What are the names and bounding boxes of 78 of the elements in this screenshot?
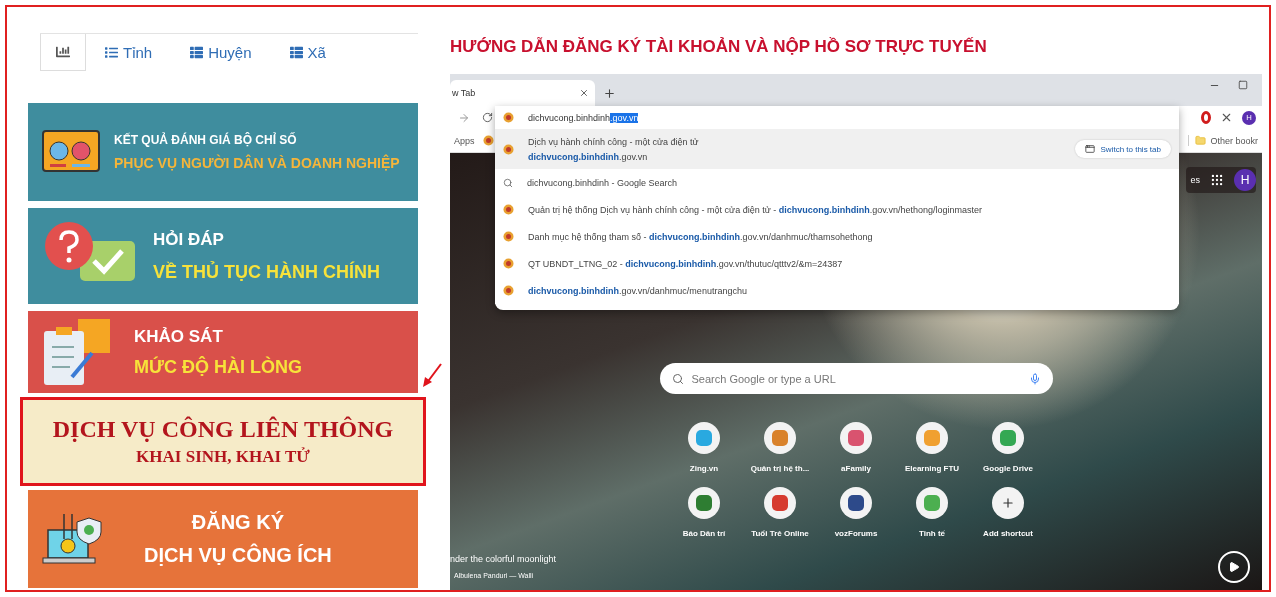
shortcut-tile[interactable]: Báo Dân trí (666, 487, 742, 538)
emblem-icon (482, 135, 494, 146)
plus-icon (1001, 496, 1015, 510)
card-subtitle: PHỤC VỤ NGƯỜI DÂN VÀ DOANH NGHIỆP (114, 155, 400, 171)
emblem-icon (503, 143, 514, 155)
suggestion-row[interactable]: Dịch vụ hành chính công - một cửa điện tử dichvucong.binhdinh.gov.vn Switch to this tab (495, 129, 1179, 169)
suggestion-url: dichvucong.binhdinh.gov.vn (528, 151, 649, 162)
tab[interactable] (40, 34, 86, 71)
browser-tab[interactable]: w Tab (450, 80, 595, 106)
service-card[interactable]: KHẢO SÁT MỨC ĐỘ HÀI LÒNG (28, 311, 418, 393)
emblem-icon (503, 258, 514, 269)
emblem-icon (503, 285, 514, 296)
profile-avatar[interactable]: H (1234, 169, 1256, 191)
window-icon (1084, 144, 1095, 154)
suggestion-row[interactable]: Quản trị hệ thống Dịch vụ hành chính công - một cửa điện tử - dichvucong.binhdinh.gov.vn/hethong/loginmaster (495, 196, 1179, 223)
shortcut-tile[interactable]: Tinh tế (894, 487, 970, 538)
shortcut-tile[interactable]: vozForums (818, 487, 894, 538)
card-title: KẾT QUẢ ĐÁNH GIÁ BỘ CHỈ SỐ (114, 133, 297, 147)
suggestion-row[interactable]: QT UBNDT_LTNG_02 - dichvucong.binhdinh.gov.vn/thutuc/qtttv2/&m=24387 (495, 250, 1179, 277)
suggestion-row[interactable]: Danh mục hệ thống tham số - dichvucong.binhdinh.gov.vn/danhmuc/thamsohethong (495, 223, 1179, 250)
card-subtitle: KHAI SINH, KHAI TỬ (136, 447, 310, 467)
guide-title: HƯỚNG DẪN ĐĂNG KÝ TÀI KHOẢN VÀ NỘP HỒ SƠ TRỰC TUYẾN (450, 37, 988, 57)
tab[interactable]: Huyện (171, 34, 271, 71)
pointer-arrow (421, 362, 443, 388)
search-bar[interactable]: Search Google or type a URL (659, 363, 1053, 394)
emblem-icon (503, 231, 514, 242)
service-card[interactable]: DỊCH VỤ CÔNG LIÊN THÔNG KHAI SINH, KHAI TỬ (20, 397, 426, 486)
service-card[interactable]: KẾT QUẢ ĐÁNH GIÁ BỘ CHỈ SỐ PHỤC VỤ NGƯỜI DÂN VÀ DOANH NGHIỆP (28, 103, 418, 201)
apps-grid-icon[interactable] (1210, 173, 1224, 187)
card-title: HỎI ĐÁP (153, 229, 224, 250)
bookmark-link[interactable]: Apps (454, 135, 475, 146)
bar-chart-icon (56, 45, 70, 59)
laptop-shield-drawing (42, 511, 104, 567)
card-title: DỊCH VỤ CÔNG LIÊN THÔNG (52, 416, 394, 443)
wallpaper-title: nder the colorful moonlight (450, 554, 557, 564)
suggestion-text: Danh mục hệ thống tham số - dichvucong.binhdinh.gov.vn/danhmuc/thamsohethong (528, 231, 873, 242)
emblem-icon (503, 112, 514, 123)
card-title: ĐĂNG KÝ (191, 511, 284, 534)
list-icon (105, 46, 118, 59)
shortcut-tile[interactable]: Elearning FTU (894, 422, 970, 473)
bookmark-link[interactable]: Other bookr (1210, 135, 1258, 146)
shortcut-tile[interactable]: Zing.vn (666, 422, 742, 473)
emblem-icon (503, 204, 514, 215)
search-icon (671, 372, 684, 385)
suggestion-row[interactable]: dichvucong.binhdinh.gov.vn/danhmuc/menutrangchu (495, 277, 1179, 304)
tab[interactable]: Xã (270, 34, 345, 71)
suggestion-title: Dịch vụ hành chính công - một cửa điện tử (528, 136, 699, 147)
play-icon (1228, 561, 1240, 573)
tab[interactable]: Tỉnh (86, 34, 172, 71)
suggestion-text: QT UBNDT_LTNG_02 - dichvucong.binhdinh.gov.vn/thutuc/qtttv2/&m=24387 (528, 258, 843, 269)
play-button[interactable] (1218, 551, 1250, 583)
shortcut-tile[interactable]: Tuổi Trẻ Online (742, 487, 818, 538)
list-icon (289, 46, 303, 59)
card-subtitle: VỀ THỦ TỤC HÀNH CHÍNH (153, 261, 380, 283)
card-subtitle: MỨC ĐỘ HÀI LÒNG (134, 356, 302, 378)
reload-icon[interactable] (482, 112, 493, 123)
shortcut-tile[interactable]: Google Drive (970, 422, 1046, 473)
shortcut-tile[interactable]: Quản trị hệ th... (742, 422, 818, 473)
card-title: KHẢO SÁT (134, 326, 223, 347)
top-link[interactable]: es (1190, 175, 1200, 185)
suggestion-text: dichvucong.binhdinh - Google Search (527, 177, 678, 188)
shortcut-tile[interactable]: aFamily (818, 422, 894, 473)
suggestion-row[interactable]: dichvucong.binhdinh - Google Search (495, 169, 1179, 196)
shortcut-tile[interactable]: Add shortcut (970, 487, 1046, 538)
search-icon (503, 177, 513, 188)
card-subtitle: DỊCH VỤ CÔNG ÍCH (144, 544, 332, 567)
list-icon (190, 46, 204, 59)
suggestion-text: Quản trị hệ thống Dịch vụ hành chính công - một cửa điện tử - dichvucong.binhdinh.gov.vn/hethong/loginmaster (528, 204, 983, 215)
folder-icon (1195, 135, 1207, 146)
dashboard-drawing (42, 130, 100, 174)
new-tab-icon[interactable] (603, 87, 616, 100)
switch-tab-button[interactable]: Switch to this tab (1074, 140, 1171, 158)
maximize-icon[interactable] (1238, 79, 1248, 90)
microphone-icon[interactable] (1028, 372, 1041, 385)
suggestion-text: dichvucong.binhdinh.gov.vn/danhmuc/menutrangchu (528, 285, 747, 296)
search-field[interactable]: Search Google or type a URL (691, 372, 1021, 385)
close-icon[interactable] (579, 88, 589, 98)
service-card[interactable]: HỎI ĐÁP VỀ THỦ TỤC HÀNH CHÍNH (28, 208, 418, 304)
